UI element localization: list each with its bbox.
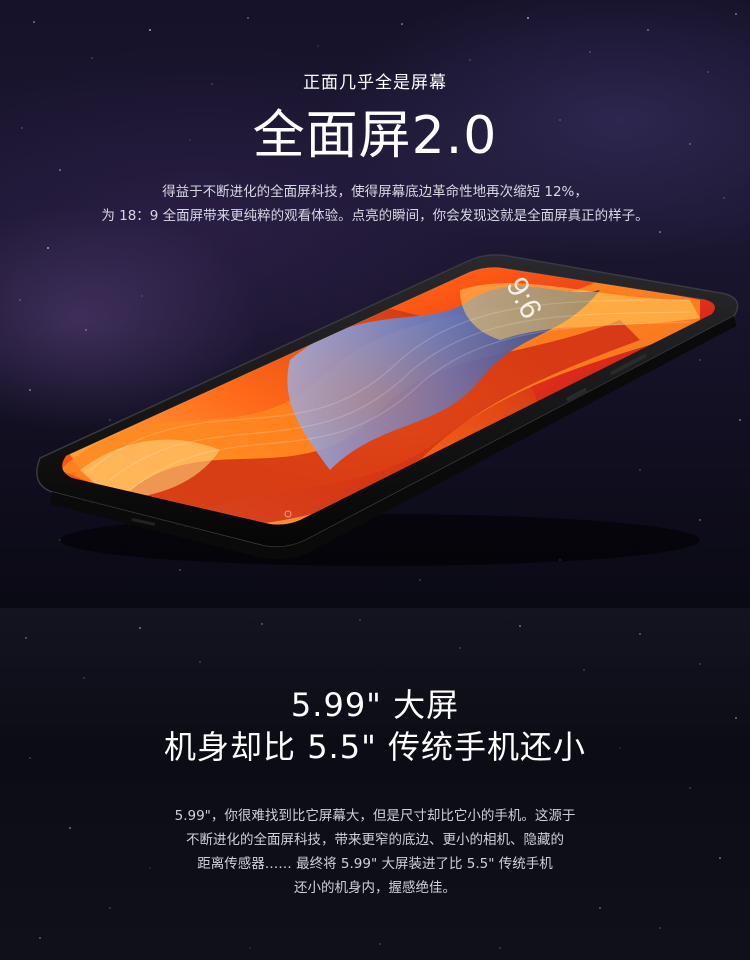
- hero-kicker: 正面几乎全是屏幕: [303, 73, 447, 93]
- starfield-background: [25, 619, 737, 949]
- section-title-line: 机身却比 5.5" 传统手机还小: [164, 728, 586, 766]
- section-description: 5.99"，你很难找到比它屏幕大，但是尺寸却比它小的手机。这源于 不断进化的全面…: [0, 804, 750, 900]
- phone-image: 9:6: [36, 254, 739, 566]
- hero-description-line: 为 18：9 全面屏带来更纯粹的观看体验。点亮的瞬间，你会发现这就是全面屏真正的…: [101, 208, 649, 224]
- section-description-line: 距离传感器…… 最终将 5.99" 大屏装进了比 5.5" 传统手机: [197, 856, 553, 872]
- hero-description: 得益于不断进化的全面屏科技，使得屏幕底边革命性地再次缩短 12%， 为 18：9…: [0, 180, 750, 228]
- product-page: 正面几乎全是屏幕 全面屏2.0 得益于不断进化的全面屏科技，使得屏幕底边革命性地…: [0, 0, 750, 960]
- section-title-line: 5.99" 大屏: [290, 686, 460, 724]
- section-title: 5.99" 大屏 机身却比 5.5" 传统手机还小: [0, 684, 750, 768]
- section-description-line: 5.99"，你很难找到比它屏幕大，但是尺寸却比它小的手机。这源于: [174, 808, 576, 824]
- large-screen-section: 5.99" 大屏 机身却比 5.5" 传统手机还小 5.99"，你很难找到比它屏…: [0, 608, 750, 960]
- section-description-line: 还小的机身内，握感绝佳。: [294, 880, 456, 896]
- hero-description-line: 得益于不断进化的全面屏科技，使得屏幕底边革命性地再次缩短 12%，: [162, 184, 588, 200]
- hero-title: 全面屏2.0: [252, 106, 498, 166]
- section-description-line: 不断进化的全面屏科技，带来更窄的底边、更小的相机、隐藏的: [186, 832, 564, 848]
- fullscreen-hero-section: 正面几乎全是屏幕 全面屏2.0 得益于不断进化的全面屏科技，使得屏幕底边革命性地…: [0, 0, 750, 608]
